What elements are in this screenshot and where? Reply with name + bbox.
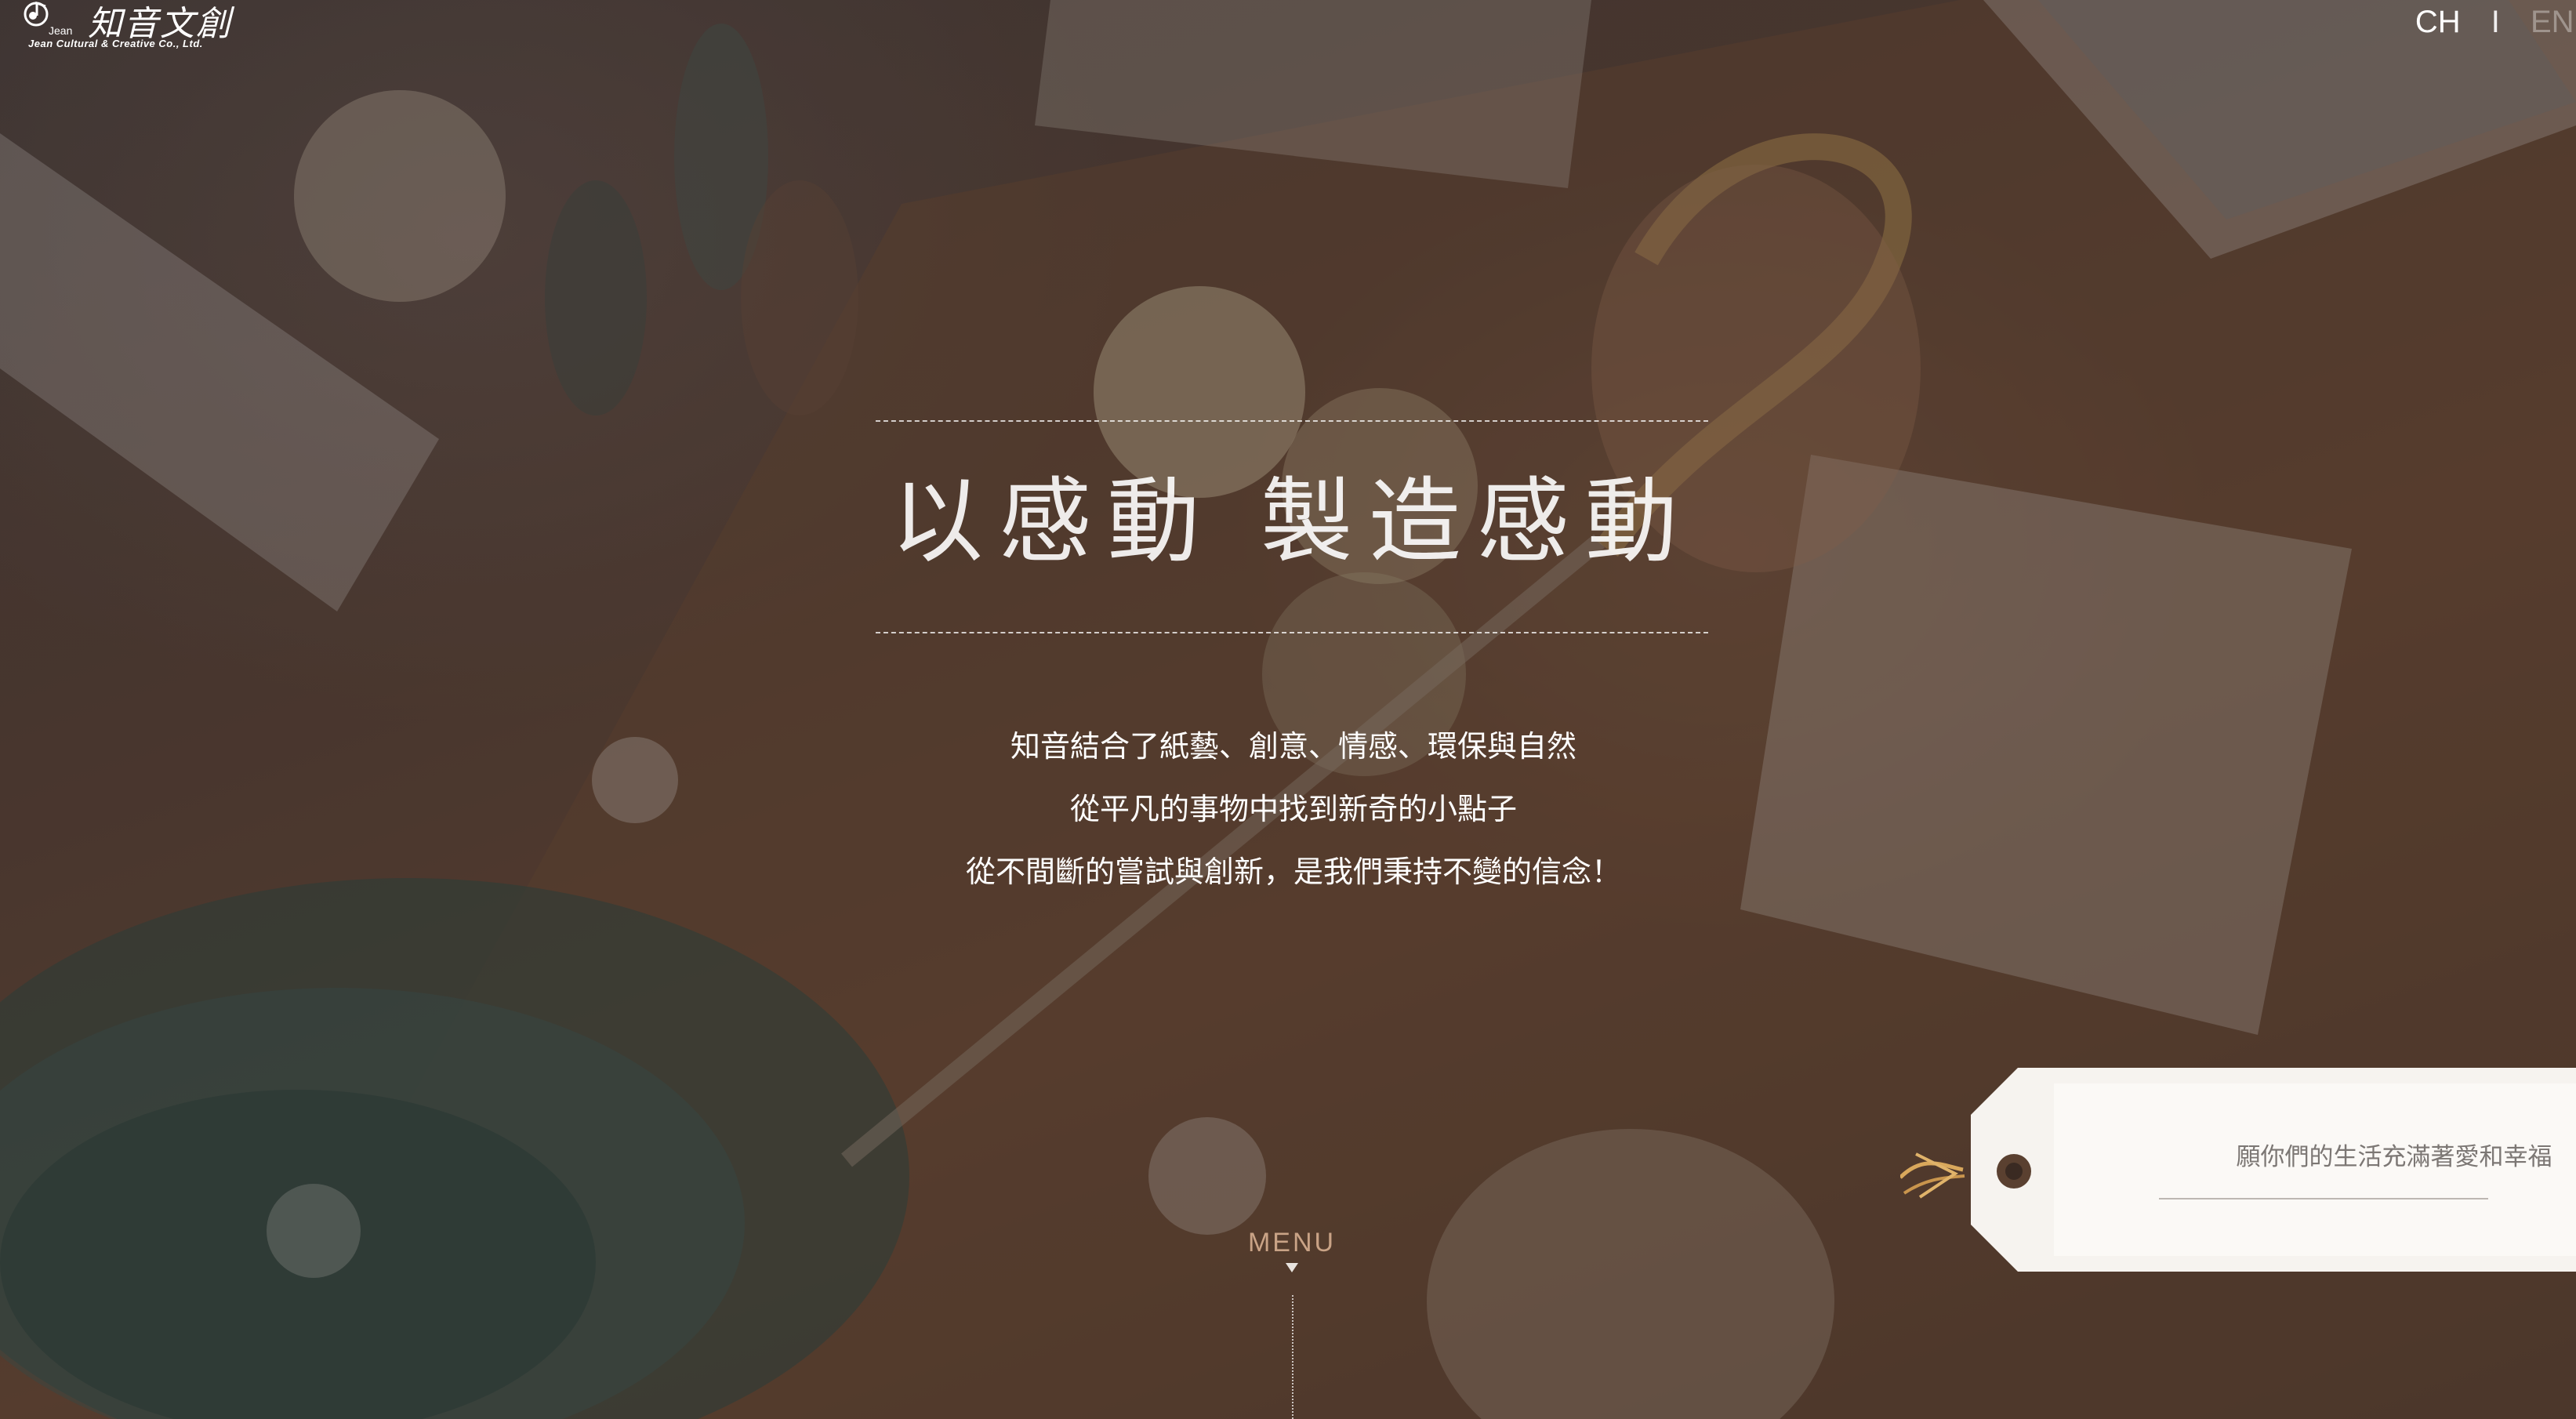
lang-ch-link[interactable]: CH — [2415, 5, 2461, 40]
hero-line: 知音結合了紙藝、創意、情感、環保與自然 — [1010, 729, 1576, 764]
hero-title: 以感動 製造感動 — [891, 467, 1693, 575]
hero-line: 從平凡的事物中找到新奇的小點子 — [1069, 792, 1517, 826]
hero-divider-top — [876, 420, 1708, 422]
language-switcher: CH I EN — [2415, 5, 2576, 44]
hero-description: 知音結合了紙藝、創意、情感、環保與自然 從平凡的事物中找到新奇的小點子 從不間斷… — [784, 715, 1803, 903]
logo-mark-text: Jean — [49, 24, 72, 37]
tag-underline — [2159, 1198, 2488, 1199]
tag-eyelet-hole — [2005, 1163, 2023, 1180]
tag-string — [1903, 1174, 1965, 1195]
brand-subtitle: Jean Cultural & Creative Co., Ltd. — [28, 38, 203, 49]
lang-separator: I — [2491, 5, 2500, 39]
menu-label: MENU — [1247, 1228, 1337, 1258]
hero-divider-bottom — [876, 632, 1708, 633]
brand-logo[interactable]: Jean 知音文創 Jean Cultural & Creative Co., … — [22, 0, 257, 56]
music-note-logo-icon: Jean — [24, 1, 72, 37]
hero-line: 從不間斷的嘗試與創新，是我們秉持不變的信念！ — [965, 855, 1621, 889]
lang-en-link[interactable]: EN — [2531, 5, 2576, 40]
menu-guide-line — [1292, 1295, 1293, 1419]
menu-arrow-down-icon — [1286, 1263, 1298, 1272]
tag-knot — [1915, 1152, 1958, 1199]
message-tag-card: 願你們的生活充滿著愛和幸福 — [1900, 1060, 2576, 1279]
menu-toggle[interactable]: MENU — [1245, 1228, 1339, 1272]
tag-message: 願你們的生活充滿著愛和幸福 — [2236, 1143, 2552, 1171]
